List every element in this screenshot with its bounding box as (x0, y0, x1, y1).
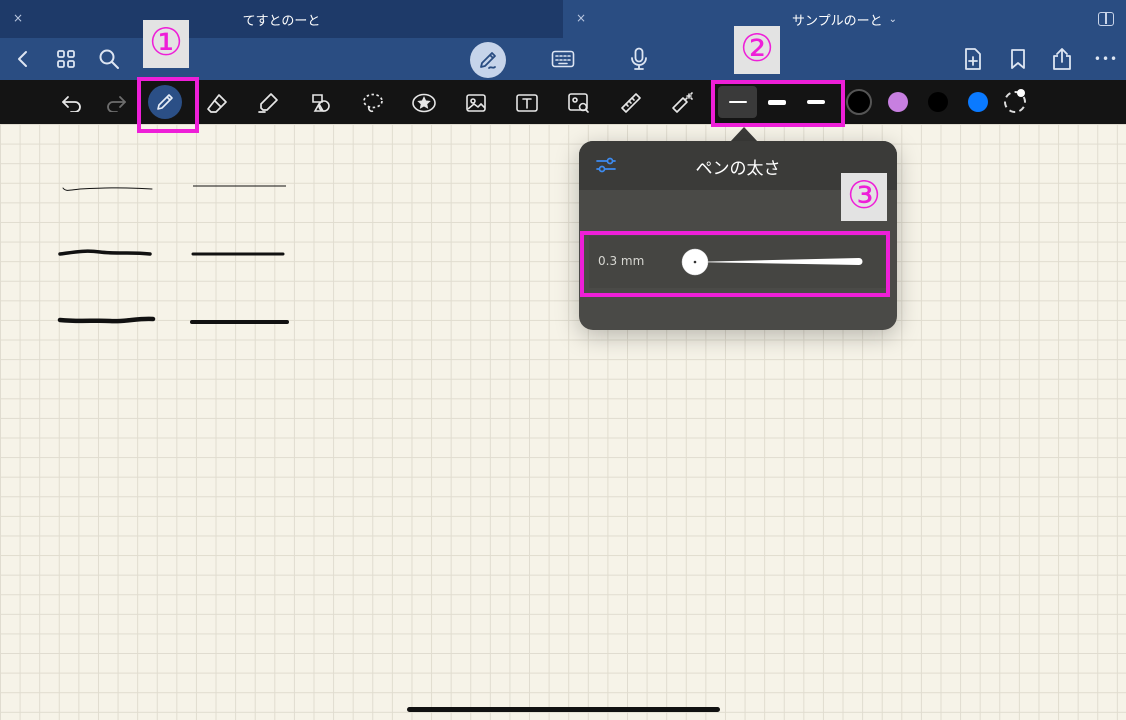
color-swatch-black[interactable] (928, 92, 948, 112)
shapes-icon[interactable] (307, 89, 335, 117)
sticker-icon[interactable] (410, 89, 438, 117)
pen-mode-icon[interactable] (470, 42, 506, 78)
more-icon[interactable]: ••• (1092, 46, 1120, 72)
color-swatch-blue[interactable] (968, 92, 988, 112)
microphone-icon[interactable] (626, 46, 652, 72)
highlight-box-1 (137, 77, 199, 133)
image-icon[interactable] (462, 89, 490, 117)
home-indicator (407, 707, 720, 712)
add-color-plus-icon (1017, 89, 1025, 97)
tab-close-icon[interactable]: × (573, 11, 589, 25)
grid-icon[interactable] (53, 46, 79, 72)
annotation-number-1: ① (143, 20, 189, 68)
text-icon[interactable] (513, 89, 541, 117)
laser-pointer-icon[interactable] (669, 89, 697, 117)
ruler-icon[interactable] (617, 89, 645, 117)
add-page-icon[interactable] (960, 46, 986, 72)
highlighter-icon[interactable] (254, 89, 282, 117)
share-icon[interactable] (1049, 46, 1075, 72)
tab-title: てすとのーと (242, 13, 321, 29)
highlight-box-3 (580, 231, 890, 297)
tab-tesuto-note[interactable]: × てすとのーと (0, 0, 563, 38)
search-icon[interactable] (96, 46, 122, 72)
camera-scan-icon[interactable] (565, 89, 593, 117)
color-swatch-purple[interactable] (888, 92, 908, 112)
highlight-box-2 (711, 80, 845, 127)
keyboard-icon[interactable] (550, 46, 576, 72)
pen-strokes (57, 185, 289, 324)
lasso-icon[interactable] (359, 89, 387, 117)
annotation-number-3: ③ (841, 173, 887, 221)
stroke-thick-freehand (57, 316, 156, 324)
tab-close-icon[interactable]: × (10, 11, 26, 25)
split-view-icon[interactable] (1098, 12, 1114, 26)
tab-title: サンプルのーと (791, 13, 883, 29)
bookmark-icon[interactable] (1005, 46, 1031, 72)
chevron-down-icon[interactable]: ⌄ (889, 14, 897, 25)
stroke-thin-freehand (62, 187, 153, 191)
stroke-medium-freehand (58, 249, 152, 256)
popover-arrow (730, 127, 758, 142)
undo-icon[interactable] (58, 89, 86, 117)
tab-sample-note[interactable]: × サンプルのーと ⌄ (563, 0, 1126, 38)
redo-icon[interactable] (102, 89, 130, 117)
color-swatch-black-selected[interactable] (846, 89, 872, 115)
back-icon[interactable] (9, 46, 35, 72)
annotation-number-2: ② (734, 26, 780, 74)
eraser-icon[interactable] (203, 89, 231, 117)
